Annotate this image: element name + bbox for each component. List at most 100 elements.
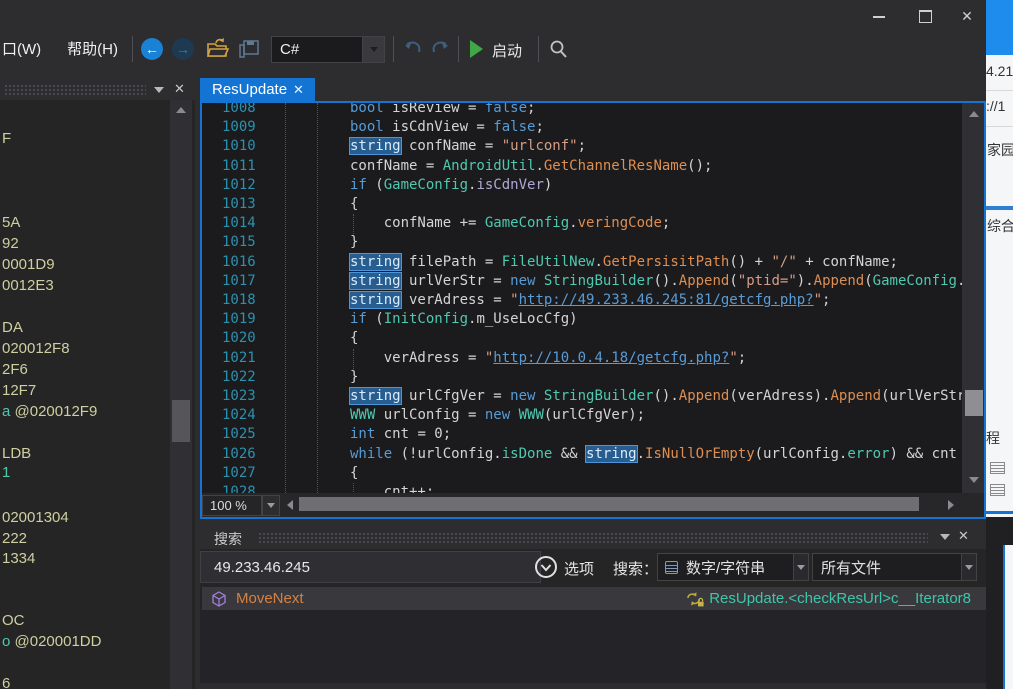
tree-panel-close-button[interactable]: ✕ bbox=[174, 81, 185, 97]
code-line[interactable]: 1013{ bbox=[202, 195, 962, 214]
tree-item[interactable]: 0012E3 bbox=[2, 277, 54, 295]
zoom-select[interactable]: 100 % bbox=[202, 495, 262, 516]
tree-panel-header: ✕ bbox=[0, 78, 195, 100]
file-filter-select[interactable]: 所有文件 bbox=[812, 553, 962, 581]
language-select[interactable]: C# bbox=[271, 36, 363, 63]
code-line[interactable]: 1026while (!urlConfig.isDone && string.I… bbox=[202, 445, 962, 464]
panel-grip[interactable] bbox=[258, 532, 928, 543]
editor-vscrollbar-thumb[interactable] bbox=[965, 390, 983, 416]
code-line[interactable]: 1024WWW urlConfig = new WWW(urlCfgVer); bbox=[202, 406, 962, 425]
tree-item[interactable]: LDB bbox=[2, 445, 31, 463]
open-file-button[interactable] bbox=[206, 37, 230, 59]
code-line[interactable]: 1025int cnt = 0; bbox=[202, 425, 962, 444]
search-toolbar-row: 选项 搜索： 数字/字符串 所有文件 bbox=[200, 549, 1003, 587]
menu-item[interactable]: 口(W) bbox=[2, 38, 41, 59]
save-all-icon bbox=[238, 40, 260, 59]
language-select-dropdown-button[interactable] bbox=[362, 36, 385, 63]
tree-item[interactable]: a @020012F9 bbox=[2, 403, 97, 421]
search-assemblies-button[interactable] bbox=[548, 39, 569, 60]
close-icon: ✕ bbox=[961, 8, 973, 25]
tree-item[interactable]: 020012F8 bbox=[2, 340, 70, 358]
code-line[interactable]: 1015} bbox=[202, 233, 962, 252]
code-line[interactable]: 1014 confName += GameConfig.veringCode; bbox=[202, 214, 962, 233]
options-toggle-button[interactable] bbox=[534, 555, 558, 579]
code-line[interactable]: 1028 cnt++; bbox=[202, 483, 962, 493]
panel-grip[interactable] bbox=[4, 84, 146, 95]
scroll-right-icon[interactable] bbox=[948, 500, 954, 510]
search-panel-title: 搜索 bbox=[214, 529, 242, 549]
search-result-row[interactable]: MoveNext ResUpdate.<checkResUrl>c__Iterat… bbox=[202, 587, 1001, 610]
code-line[interactable]: 1022} bbox=[202, 368, 962, 387]
navigate-forward-button[interactable]: → bbox=[172, 38, 194, 60]
code-line[interactable]: 1019if (InitConfig.m_UseLocCfg) bbox=[202, 310, 962, 329]
save-all-button[interactable] bbox=[238, 40, 260, 59]
code-line[interactable]: 1011confName = AndroidUtil.GetChannelRes… bbox=[202, 157, 962, 176]
minimize-button[interactable] bbox=[862, 5, 896, 28]
code-line[interactable]: 1010string confName = "urlconf"; bbox=[202, 137, 962, 156]
close-button[interactable]: ✕ bbox=[950, 5, 984, 28]
file-filter-dropdown-button[interactable] bbox=[961, 553, 977, 581]
run-play-icon[interactable] bbox=[470, 40, 483, 58]
search-type-filter-dropdown-button[interactable] bbox=[793, 553, 809, 581]
code-line[interactable]: 1020{ bbox=[202, 329, 962, 348]
line-number: 1017 bbox=[222, 272, 256, 291]
scroll-left-icon[interactable] bbox=[287, 500, 293, 510]
redo-button[interactable] bbox=[430, 39, 452, 59]
code-editor[interactable]: 1008bool isReview = false;1009bool isCdn… bbox=[202, 103, 962, 493]
code-line[interactable]: 1008bool isReview = false; bbox=[202, 103, 962, 118]
chevron-circle-icon bbox=[534, 555, 558, 579]
tree-item[interactable]: OC bbox=[2, 612, 25, 630]
result-name: MoveNext bbox=[236, 590, 304, 607]
menu-item[interactable]: 帮助(H) bbox=[67, 38, 118, 59]
code-line[interactable]: 1023string urlCfgVer = new StringBuilder… bbox=[202, 387, 962, 406]
tree-item[interactable]: 0001D9 bbox=[2, 256, 55, 274]
search-panel-close-button[interactable]: ✕ bbox=[958, 528, 969, 544]
navigate-back-button[interactable]: ← bbox=[141, 38, 163, 60]
undo-button[interactable] bbox=[401, 39, 423, 59]
code-line[interactable]: 1012if (GameConfig.isCdnVer) bbox=[202, 176, 962, 195]
tree-scrollbar[interactable] bbox=[170, 100, 192, 689]
tab-close-icon[interactable]: ✕ bbox=[293, 82, 304, 98]
tree-item[interactable]: 222 bbox=[2, 530, 27, 548]
search-input[interactable] bbox=[200, 551, 541, 583]
code-line[interactable]: 1018string verAdress = "http://49.233.46… bbox=[202, 291, 962, 310]
background-window-body bbox=[1005, 545, 1013, 689]
panel-menu-chevron-icon[interactable] bbox=[940, 534, 950, 540]
language-select-value: C# bbox=[280, 41, 299, 58]
search-type-filter-select[interactable]: 数字/字符串 bbox=[657, 553, 794, 581]
tree-item[interactable]: 5A bbox=[2, 214, 20, 232]
tab-resupdate[interactable]: ResUpdate ✕ bbox=[200, 78, 315, 103]
tree-scrollbar-thumb[interactable] bbox=[172, 400, 190, 442]
line-number: 1021 bbox=[222, 349, 256, 368]
editor-vscrollbar[interactable] bbox=[962, 103, 986, 493]
tree-item[interactable]: 2F6 bbox=[2, 361, 28, 379]
file-filter-value: 所有文件 bbox=[821, 557, 881, 578]
tree-item[interactable]: 1 bbox=[2, 464, 10, 482]
assembly-tree: F 5A 92 0001D9 0012E3 DA 020012F8 2F6 12F7 a @020… bbox=[0, 100, 195, 689]
tree-item[interactable]: 12F7 bbox=[2, 382, 36, 400]
editor-hscrollbar-thumb[interactable] bbox=[299, 497, 919, 511]
code-line[interactable]: 1027{ bbox=[202, 464, 962, 483]
tree-item[interactable]: F bbox=[2, 130, 11, 148]
tree-item[interactable]: 02001304 bbox=[2, 509, 69, 527]
options-label[interactable]: 选项 bbox=[564, 558, 594, 579]
tree-item[interactable]: 1334 bbox=[2, 550, 35, 568]
code-line[interactable]: 1021 verAdress = "http://10.0.4.18/getcf… bbox=[202, 349, 962, 368]
line-number: 1012 bbox=[222, 176, 256, 195]
code-line[interactable]: 1016string filePath = FileUtilNew.GetPer… bbox=[202, 253, 962, 272]
run-button[interactable]: 启动 bbox=[492, 40, 522, 61]
code-line[interactable]: 1009bool isCdnView = false; bbox=[202, 118, 962, 137]
maximize-button[interactable] bbox=[908, 5, 942, 28]
chevron-down-icon bbox=[267, 503, 275, 508]
panel-menu-chevron-icon[interactable] bbox=[154, 87, 164, 93]
code-line[interactable]: 1017string urlVerStr = new StringBuilder… bbox=[202, 272, 962, 291]
forward-arrow-icon: → bbox=[176, 41, 190, 57]
result-location: ResUpdate.<checkResUrl>c__Iterator8 bbox=[709, 590, 971, 607]
tree-item[interactable]: 6 bbox=[2, 675, 10, 689]
tree-item[interactable]: o @020001DD bbox=[2, 633, 101, 651]
tree-item[interactable]: DA bbox=[2, 319, 23, 337]
background-tab-general: 综合 bbox=[987, 216, 1013, 236]
line-number: 1024 bbox=[222, 406, 256, 425]
zoom-select-dropdown-button[interactable] bbox=[262, 495, 280, 516]
tree-item[interactable]: 92 bbox=[2, 235, 19, 253]
